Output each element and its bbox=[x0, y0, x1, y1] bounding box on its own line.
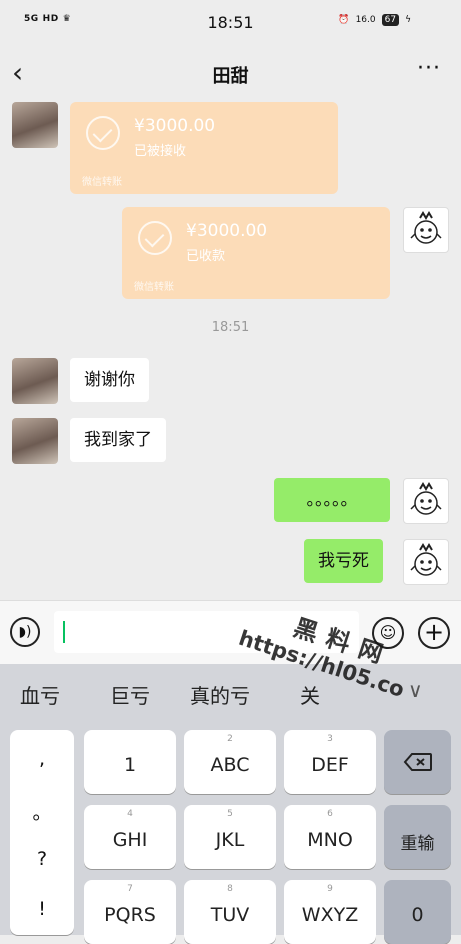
outgoing-message[interactable]: 。。。。。 bbox=[274, 478, 390, 522]
key-number: 2 bbox=[227, 734, 233, 744]
key-number: 4 bbox=[127, 809, 133, 819]
contact-avatar[interactable] bbox=[12, 418, 58, 464]
chat-header: ‹ 田甜 ··· bbox=[0, 46, 461, 100]
alarm-icon: ⏰ bbox=[338, 15, 350, 25]
punct-key[interactable]: ! bbox=[10, 898, 74, 920]
status-right: ⏰ 16.0 67 ϟ bbox=[338, 14, 411, 26]
transfer-amount: ¥3000.00 bbox=[134, 116, 216, 136]
battery-level: 67 bbox=[381, 14, 400, 26]
cartoon-face-icon bbox=[410, 543, 442, 576]
key-number: 9 bbox=[327, 884, 333, 894]
outgoing-message[interactable]: 我亏死 bbox=[304, 539, 383, 583]
key-number: 6 bbox=[327, 809, 333, 819]
punctuation-column: , 。 ? ! bbox=[10, 730, 74, 935]
key-1[interactable]: 1 bbox=[84, 730, 176, 794]
self-avatar[interactable] bbox=[403, 478, 449, 524]
backspace-key[interactable] bbox=[384, 730, 451, 794]
punct-key[interactable]: , bbox=[10, 748, 74, 770]
check-circle-icon bbox=[86, 116, 120, 150]
transfer-amount: ¥3000.00 bbox=[186, 221, 268, 241]
transfer-card-received[interactable]: ¥3000.00 已被接收 微信转账 bbox=[70, 102, 338, 194]
network-speed: 16.0 bbox=[356, 15, 376, 25]
transfer-footer: 微信转账 bbox=[134, 282, 174, 293]
voice-icon[interactable]: ◗) bbox=[10, 617, 40, 647]
key-number: 5 bbox=[227, 809, 233, 819]
backspace-icon bbox=[403, 753, 432, 771]
key-8[interactable]: 8 TUV bbox=[184, 880, 276, 944]
key-number: 3 bbox=[327, 734, 333, 744]
key-label: 0 bbox=[411, 904, 424, 926]
key-label: JKL bbox=[215, 829, 245, 851]
zero-key[interactable]: 0 bbox=[384, 880, 451, 944]
transfer-card-sent[interactable]: ¥3000.00 已收款 微信转账 bbox=[122, 207, 390, 299]
keyboard: 血亏 巨亏 真的亏 关 ∨ , 。 ? ! 1 2 ABC 3 DEF 4 GH… bbox=[0, 664, 461, 944]
transfer-status: 已收款 bbox=[186, 249, 226, 264]
key-label: GHI bbox=[112, 829, 148, 851]
key-label: PQRS bbox=[104, 904, 156, 926]
key-number: 7 bbox=[127, 884, 133, 894]
key-label: 1 bbox=[123, 754, 137, 776]
more-button[interactable]: ··· bbox=[417, 56, 441, 81]
incoming-message[interactable]: 我到家了 bbox=[70, 418, 166, 462]
candidate-word[interactable]: 真的亏 bbox=[190, 680, 250, 709]
key-9[interactable]: 9 WXYZ bbox=[284, 880, 376, 944]
key-label: WXYZ bbox=[301, 904, 359, 926]
key-7[interactable]: 7 PQRS bbox=[84, 880, 176, 944]
candidate-word[interactable]: 血亏 bbox=[20, 680, 60, 709]
key-5[interactable]: 5 JKL bbox=[184, 805, 276, 869]
candidate-word[interactable]: 巨亏 bbox=[110, 680, 150, 709]
contact-avatar[interactable] bbox=[12, 358, 58, 404]
text-caret bbox=[63, 621, 65, 643]
charging-icon: ϟ bbox=[405, 15, 411, 25]
key-label: ABC bbox=[210, 754, 250, 776]
status-bar: 5G HD ♛ 18:51 ⏰ 16.0 67 ϟ bbox=[0, 0, 461, 46]
key-4[interactable]: 4 GHI bbox=[84, 805, 176, 869]
key-6[interactable]: 6 MNO bbox=[284, 805, 376, 869]
key-label: DEF bbox=[311, 754, 349, 776]
plus-icon[interactable]: + bbox=[418, 617, 450, 649]
reinput-key[interactable]: 重输 bbox=[384, 805, 451, 869]
key-2[interactable]: 2 ABC bbox=[184, 730, 276, 794]
key-label: MNO bbox=[307, 829, 353, 851]
transfer-status: 已被接收 bbox=[134, 144, 187, 159]
punct-key[interactable]: ? bbox=[10, 848, 74, 870]
candidate-word[interactable]: 关 bbox=[300, 680, 320, 709]
key-label: 重输 bbox=[400, 834, 435, 854]
transfer-footer: 微信转账 bbox=[82, 177, 122, 188]
self-avatar[interactable] bbox=[403, 207, 449, 253]
punct-key[interactable]: 。 bbox=[10, 798, 74, 825]
self-avatar[interactable] bbox=[403, 539, 449, 585]
check-circle-icon bbox=[138, 221, 172, 255]
incoming-message[interactable]: 谢谢你 bbox=[70, 358, 149, 402]
key-label: TUV bbox=[210, 904, 250, 926]
chat-title: 田甜 bbox=[212, 66, 249, 87]
speed-value: 16.0 bbox=[355, 15, 376, 25]
cartoon-face-icon bbox=[410, 482, 442, 515]
message-timestamp: 18:51 bbox=[211, 320, 250, 335]
key-3[interactable]: 3 DEF bbox=[284, 730, 376, 794]
key-number: 8 bbox=[227, 884, 233, 894]
contact-avatar[interactable] bbox=[12, 102, 58, 148]
cartoon-face-icon bbox=[410, 211, 442, 244]
